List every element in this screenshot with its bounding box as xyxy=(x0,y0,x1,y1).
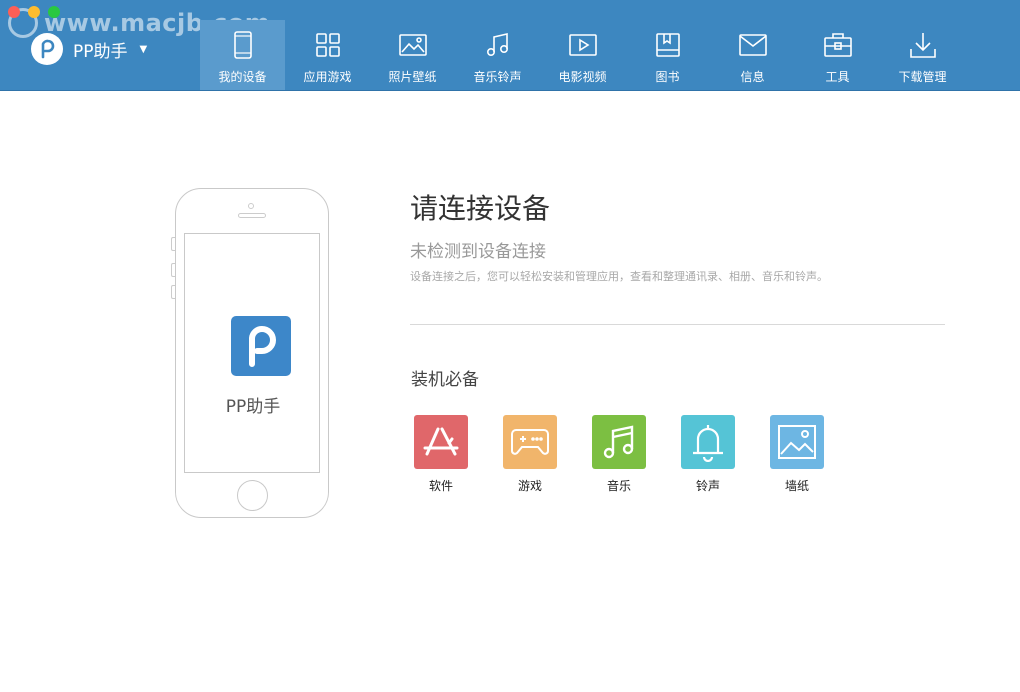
app-store-icon xyxy=(414,415,468,469)
app-caption: PP助手 xyxy=(225,397,281,417)
nav-movies-videos[interactable]: 电影视频 xyxy=(540,20,625,90)
minimize-window-button[interactable] xyxy=(28,6,40,18)
app-label: 墙纸 xyxy=(784,479,809,493)
essential-music[interactable]: 音乐 xyxy=(592,415,646,494)
app-label: 音乐 xyxy=(606,479,631,493)
status-subtitle: 未检测到设备连接 xyxy=(410,242,546,262)
video-play-icon xyxy=(568,30,598,60)
nav-download-manager[interactable]: 下载管理 xyxy=(880,20,965,90)
phone-speaker xyxy=(238,213,266,218)
nav-my-device[interactable]: 我的设备 xyxy=(200,20,285,90)
brand-menu[interactable]: PP助手 ▼ xyxy=(31,33,147,65)
nav-label: 信息 xyxy=(740,70,765,84)
phone-side-button xyxy=(171,285,175,299)
nav-label: 应用游戏 xyxy=(303,70,352,84)
device-illustration: PP助手 xyxy=(171,188,329,518)
app-label: 游戏 xyxy=(517,479,542,493)
pp-logo-icon xyxy=(31,33,63,65)
phone-screen: PP助手 xyxy=(184,233,320,473)
nav-photos-wallpapers[interactable]: 照片壁纸 xyxy=(370,20,455,90)
phone-side-button xyxy=(171,237,175,251)
page-title: 请连接设备 xyxy=(410,192,551,225)
apps-grid-icon xyxy=(313,30,343,60)
nav-label: 照片壁纸 xyxy=(388,70,437,84)
app-label: 软件 xyxy=(428,479,453,493)
download-icon xyxy=(908,30,938,60)
essential-games[interactable]: 游戏 xyxy=(503,415,557,494)
bell-icon xyxy=(681,415,735,469)
phone-home-button xyxy=(237,480,268,511)
description-text: 设备连接之后，您可以轻松安装和管理应用，查看和整理通讯录、相册、音乐和铃声。 xyxy=(410,270,828,283)
phone-side-button xyxy=(171,263,175,277)
pp-app-icon xyxy=(231,316,291,376)
main-nav: 我的设备 应用游戏 照片壁纸 音乐铃声 电影视频 图书 信息 工具 下载管理 xyxy=(200,20,965,90)
music-note-icon xyxy=(592,415,646,469)
nav-label: 图书 xyxy=(655,70,680,84)
chevron-down-icon: ▼ xyxy=(139,43,148,55)
window-controls xyxy=(8,6,60,18)
essential-wallpaper[interactable]: 墙纸 xyxy=(770,415,824,494)
brand-name: PP助手 xyxy=(73,41,128,62)
zoom-window-button[interactable] xyxy=(48,6,60,18)
nav-messages[interactable]: 信息 xyxy=(710,20,795,90)
essentials-list: 软件 游戏 音乐 铃声 墙纸 xyxy=(414,415,824,494)
essential-ringtones[interactable]: 铃声 xyxy=(681,415,735,494)
nav-music-ringtones[interactable]: 音乐铃声 xyxy=(455,20,540,90)
divider xyxy=(410,324,945,325)
mail-icon xyxy=(738,30,768,60)
toolbox-icon xyxy=(823,30,853,60)
app-label: 铃声 xyxy=(695,479,720,493)
nav-label: 电影视频 xyxy=(558,70,607,84)
nav-apps-games[interactable]: 应用游戏 xyxy=(285,20,370,90)
top-toolbar: www.macjb.com PP助手 ▼ 我的设备 应用游戏 照片壁纸 音乐铃声… xyxy=(0,0,1020,91)
wallpaper-icon xyxy=(770,415,824,469)
nav-label: 音乐铃声 xyxy=(473,70,522,84)
nav-tools[interactable]: 工具 xyxy=(795,20,880,90)
image-icon xyxy=(398,30,428,60)
phone-icon xyxy=(228,30,258,60)
nav-label: 下载管理 xyxy=(898,70,947,84)
music-note-icon xyxy=(483,30,513,60)
phone-camera xyxy=(248,203,254,209)
nav-label: 工具 xyxy=(825,70,850,84)
essential-software[interactable]: 软件 xyxy=(414,415,468,494)
nav-books[interactable]: 图书 xyxy=(625,20,710,90)
nav-label: 我的设备 xyxy=(218,70,267,84)
section-title: 装机必备 xyxy=(411,370,479,390)
close-window-button[interactable] xyxy=(8,6,20,18)
gamepad-icon xyxy=(503,415,557,469)
book-icon xyxy=(653,30,683,60)
